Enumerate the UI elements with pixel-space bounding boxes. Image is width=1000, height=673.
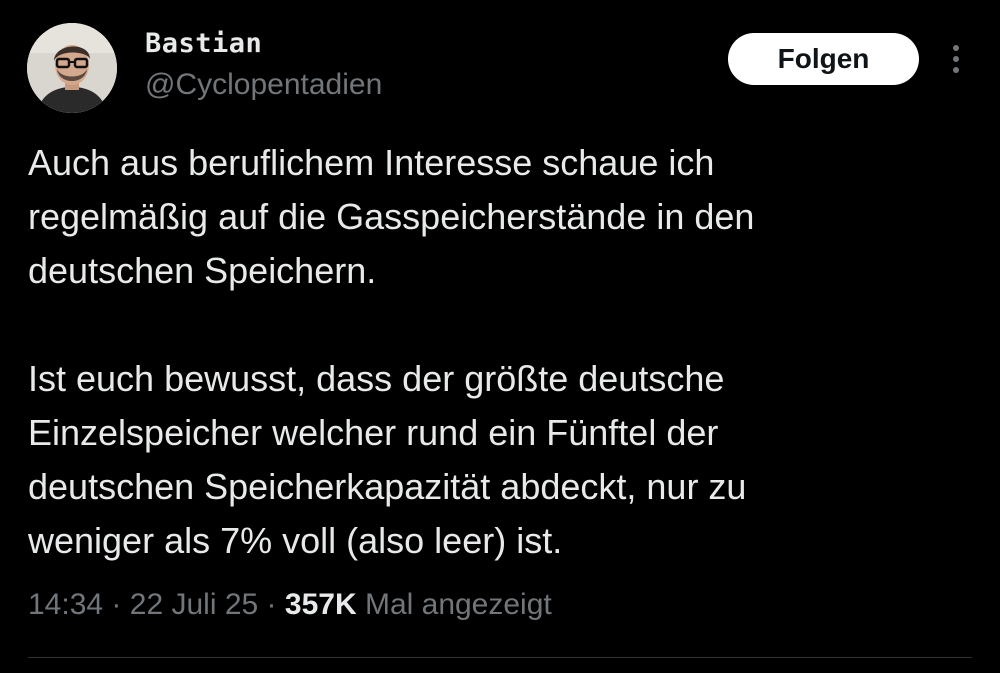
avatar[interactable] [27,23,117,113]
author-handle[interactable]: @Cyclopentadien [145,68,382,102]
tweet-line: Ist euch bewusst, dass der größte deutsc… [28,358,725,399]
tweet-text: Auch aus beruflichem Interesse schaue ic… [28,136,968,568]
more-dot [953,67,959,73]
divider [28,657,972,658]
tweet-line: deutschen Speicherkapazität abdeckt, nur… [28,466,747,507]
meta-separator: · [266,588,277,621]
more-dot [953,56,959,62]
views-count[interactable]: 357K [285,588,357,621]
tweet-line: weniger als 7% voll (also leer) ist. [28,520,563,561]
tweet-line: regelmäßig auf die Gasspeicherstände in … [28,196,755,237]
tweet-line: deutschen Speichern. [28,250,377,291]
avatar-image [27,23,117,113]
author-display-name[interactable]: Bastian [145,28,262,59]
follow-button[interactable]: Folgen [728,33,919,85]
tweet-line: Auch aus beruflichem Interesse schaue ic… [28,142,715,183]
views-label: Mal angezeigt [364,588,552,621]
more-dot [953,45,959,51]
tweet-time[interactable]: 14:34 [28,588,103,621]
more-vertical-icon[interactable] [942,40,970,78]
meta-separator: · [111,588,122,621]
tweet-meta: 14:34 · 22 Juli 25 · 357K Mal angezeigt [28,588,552,622]
tweet-date[interactable]: 22 Juli 25 [130,588,258,621]
tweet-line: Einzelspeicher welcher rund ein Fünftel … [28,412,719,453]
